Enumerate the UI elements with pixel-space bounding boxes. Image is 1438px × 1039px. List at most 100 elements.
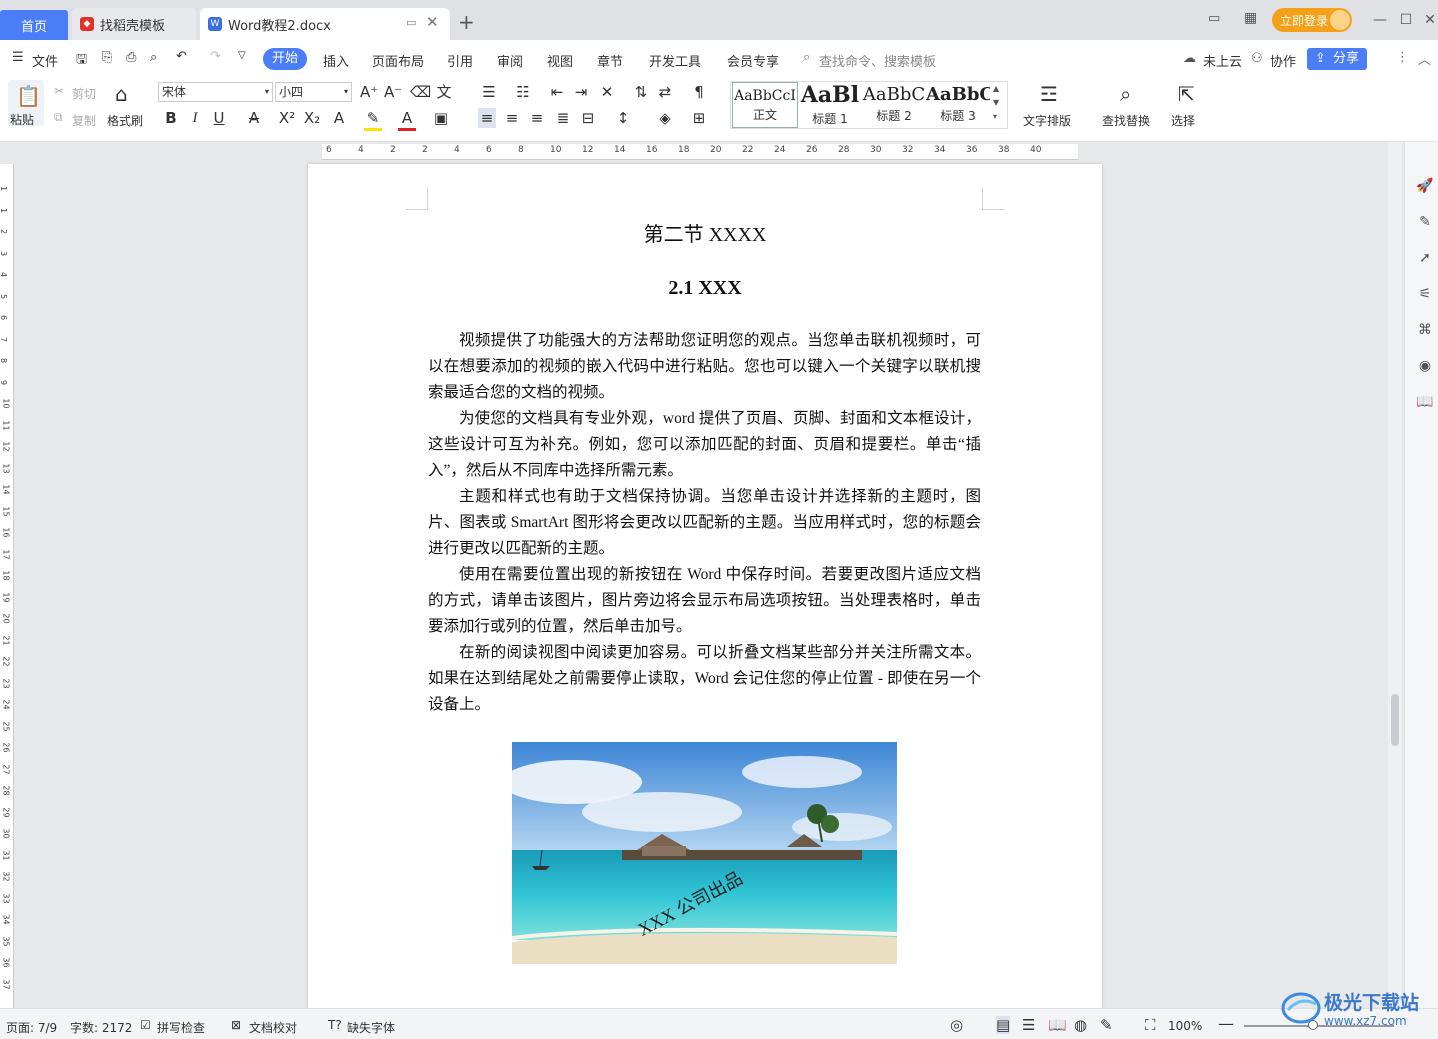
font-size-select[interactable]: 小四 ▾ <box>275 82 352 102</box>
chinese-layout-icon[interactable]: ✕ <box>598 82 616 102</box>
scrollbar-thumb[interactable] <box>1391 694 1399 746</box>
web-view-icon[interactable]: ◍ <box>1074 1016 1087 1034</box>
decrease-indent-icon[interactable]: ⇤ <box>548 82 566 102</box>
export-pdf-icon[interactable]: ⎘ <box>102 50 112 65</box>
shading-icon[interactable]: ◈ <box>656 108 674 128</box>
window-mode-icon[interactable]: ▭ <box>406 16 416 29</box>
distributed-icon[interactable]: ⊟ <box>579 108 597 128</box>
fit-page-icon[interactable]: ⛶ <box>1145 1016 1156 1034</box>
apps-grid-icon[interactable]: ▦ <box>1244 10 1257 26</box>
quick-access-dropdown-icon[interactable]: ▽ <box>238 50 246 61</box>
show-marks-icon[interactable]: ¶ <box>690 82 708 102</box>
menu-start[interactable]: 开始 <box>263 48 307 70</box>
translate-icon[interactable]: ⌘ <box>1416 322 1434 340</box>
gallery-scroll-icon[interactable]: ▲ ▼ ▾ <box>993 82 999 124</box>
sort-icon[interactable]: ⇅ <box>632 82 650 102</box>
format-painter-button[interactable]: 格式刷 <box>107 112 143 129</box>
missing-font-button[interactable]: 缺失字体 <box>347 1019 395 1036</box>
menu-member[interactable]: 会员专享 <box>727 51 779 70</box>
text-effect-icon[interactable]: A <box>330 108 348 128</box>
tab-template[interactable]: ◆ 找稻壳模板 <box>72 8 196 40</box>
zoom-out-icon[interactable]: — <box>1218 1014 1234 1033</box>
location-icon[interactable]: ◉ <box>1416 358 1434 376</box>
outline-view-icon[interactable]: ☰ <box>1022 1016 1035 1034</box>
strikethrough-icon[interactable]: A <box>245 108 263 128</box>
highlight-icon[interactable]: ✎ <box>364 108 382 131</box>
pointer-icon[interactable]: ➚ <box>1416 250 1434 268</box>
rocket-icon[interactable]: 🚀 <box>1416 178 1434 196</box>
page-view-icon[interactable]: ▤ <box>996 1016 1011 1034</box>
settings-sliders-icon[interactable]: ⚟ <box>1416 286 1434 304</box>
collapse-ribbon-icon[interactable]: ︿ <box>1418 49 1431 68</box>
direction-icon[interactable]: ⇄ <box>656 82 674 102</box>
zoom-level[interactable]: 100% <box>1168 1019 1202 1033</box>
writing-mode-icon[interactable]: ✎ <box>1100 1016 1113 1034</box>
align-left-icon[interactable]: ≡ <box>478 108 496 128</box>
reading-icon[interactable]: 📖 <box>1416 394 1434 412</box>
proofread-button[interactable]: 文档校对 <box>249 1019 297 1036</box>
share-button[interactable]: ⇪ 分享 <box>1307 48 1367 70</box>
cut-button[interactable]: 剪切 <box>72 85 96 102</box>
tab-document[interactable]: W Word教程2.docx ▭ ✕ <box>200 8 450 40</box>
clear-format-icon[interactable]: ⌫ <box>410 82 431 102</box>
menu-chapter[interactable]: 章节 <box>597 51 623 70</box>
undo-icon[interactable]: ↶ <box>176 49 187 64</box>
bold-icon[interactable]: B <box>162 108 180 128</box>
minimize-icon[interactable]: — <box>1370 10 1390 30</box>
increase-indent-icon[interactable]: ⇥ <box>572 82 590 102</box>
collab-button[interactable]: 协作 <box>1270 51 1296 70</box>
cloud-status[interactable]: 未上云 <box>1203 51 1242 70</box>
print-preview-icon[interactable]: ⌕ <box>150 50 157 65</box>
read-view-icon[interactable]: 📖 <box>1048 1016 1067 1034</box>
numbered-list-icon[interactable]: ☷ <box>514 82 532 102</box>
print-icon[interactable]: ⎙ <box>126 50 136 65</box>
menu-view[interactable]: 视图 <box>547 51 573 70</box>
italic-icon[interactable]: I <box>186 108 204 128</box>
word-count[interactable]: 字数: 2172 <box>70 1019 132 1036</box>
pen-icon[interactable]: ✎ <box>1416 214 1434 232</box>
justify-icon[interactable]: ≣ <box>554 108 572 128</box>
menu-reference[interactable]: 引用 <box>447 51 473 70</box>
style-heading-1[interactable]: AaBl 标题 1 <box>798 82 862 128</box>
grow-font-icon[interactable]: A⁺ <box>360 82 378 102</box>
tab-home[interactable]: 首页 <box>0 10 68 40</box>
eye-protection-icon[interactable]: ◎ <box>950 1016 963 1034</box>
document-page[interactable]: 第二节 XXXX 2.1 XXX 视频提供了功能强大的方法帮助您证明您的观点。当… <box>308 164 1102 1008</box>
vertical-scrollbar[interactable] <box>1388 142 1402 1008</box>
menu-insert[interactable]: 插入 <box>323 51 349 70</box>
shrink-font-icon[interactable]: A⁻ <box>384 82 402 102</box>
font-color-icon[interactable]: A <box>398 108 416 131</box>
page-indicator[interactable]: 页面: 7/9 <box>6 1019 57 1036</box>
menu-developer[interactable]: 开发工具 <box>649 51 701 70</box>
menu-review[interactable]: 审阅 <box>497 51 523 70</box>
command-search-input[interactable]: 查找命令、搜索模板 <box>819 51 936 70</box>
underline-icon[interactable]: U <box>210 108 228 128</box>
select-button[interactable]: 选择 <box>1171 112 1195 129</box>
save-icon[interactable]: 🖫 <box>76 50 87 72</box>
redo-icon[interactable]: ↷ <box>210 49 221 64</box>
style-heading-2[interactable]: AaBbC 标题 2 <box>862 82 926 128</box>
close-window-icon[interactable]: ✕ <box>1420 10 1438 30</box>
menu-file[interactable]: 文件 <box>32 51 58 70</box>
superscript-icon[interactable]: X² <box>278 108 296 128</box>
bullet-list-icon[interactable]: ☰ <box>480 82 498 102</box>
line-spacing-icon[interactable]: ↕ <box>614 108 632 128</box>
paste-button[interactable]: 📋 粘贴 <box>8 80 44 127</box>
font-family-select[interactable]: 宋体 ▾ <box>158 82 273 102</box>
beach-photo[interactable]: XXX 公司出品 <box>512 742 897 964</box>
spell-check-button[interactable]: 拼写检查 <box>157 1019 205 1036</box>
menu-page-layout[interactable]: 页面布局 <box>372 51 424 70</box>
borders-icon[interactable]: ⊞ <box>690 108 708 128</box>
align-center-icon[interactable]: ≡ <box>503 108 521 128</box>
close-tab-icon[interactable]: ✕ <box>426 13 439 31</box>
menu-icon[interactable]: ☰ <box>12 50 24 65</box>
more-icon[interactable]: ⋮ <box>1396 50 1409 65</box>
layout-icon[interactable]: ▭ <box>1208 11 1220 26</box>
style-normal[interactable]: AaBbCcI 正文 <box>732 82 798 128</box>
subscript-icon[interactable]: X₂ <box>303 108 321 128</box>
find-replace-button[interactable]: 查找替换 <box>1102 112 1150 129</box>
copy-button[interactable]: 复制 <box>72 112 96 129</box>
align-right-icon[interactable]: ≡ <box>528 108 546 128</box>
maximize-icon[interactable]: ☐ <box>1396 10 1416 30</box>
new-tab-icon[interactable]: + <box>458 10 475 34</box>
